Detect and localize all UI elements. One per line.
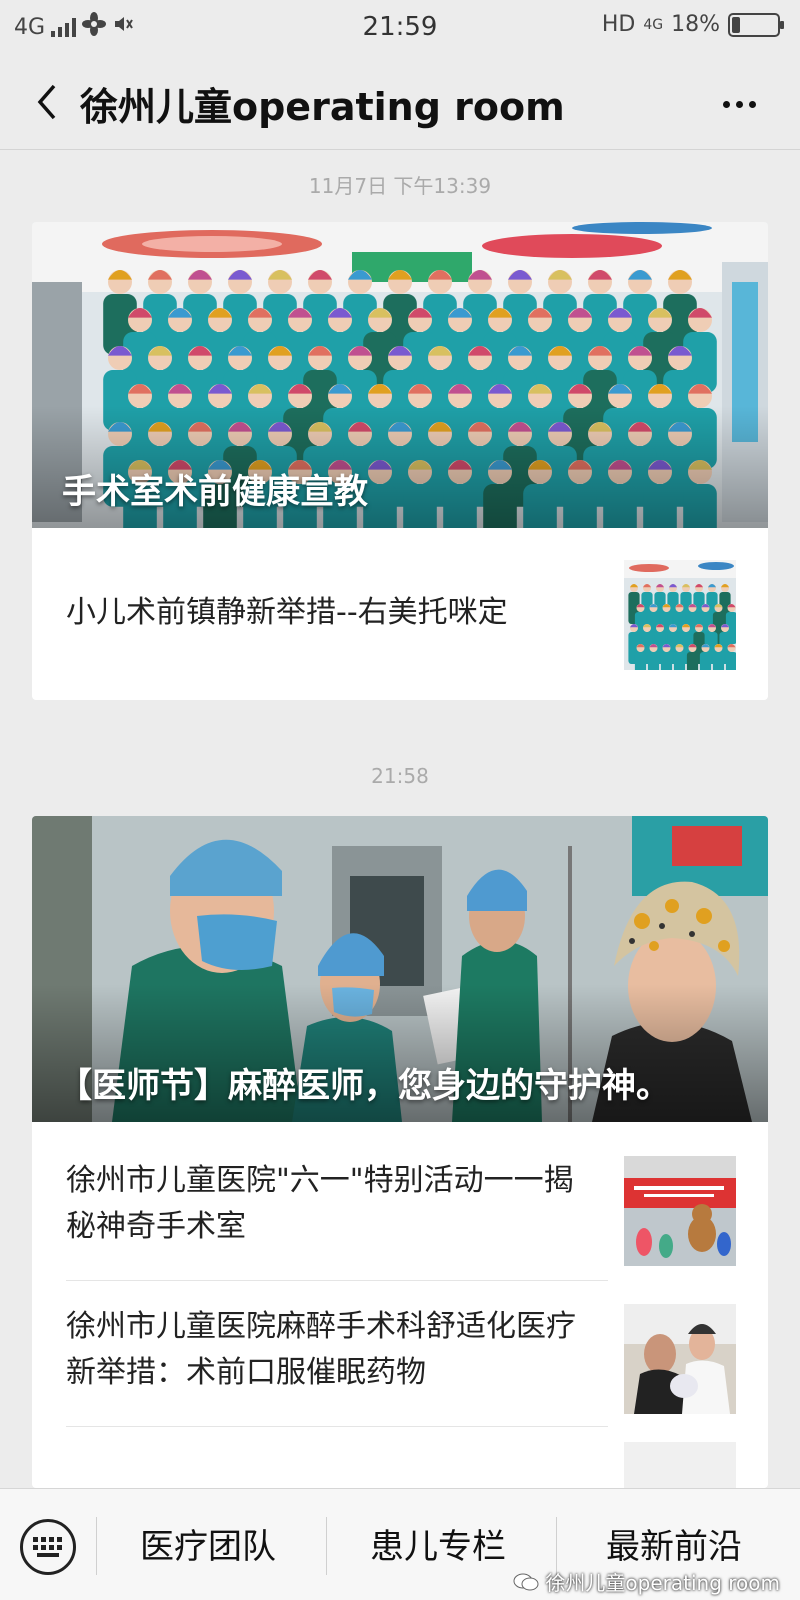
menu-separator [326,1517,327,1575]
hero-article[interactable]: 手术室术前健康宣教 [32,222,768,528]
timestamp: 21:58 [371,764,429,788]
page-title: 徐州儿童operating room [80,85,565,129]
article-thumbnail [624,1304,736,1414]
hero-title: 手术室术前健康宣教 [62,472,368,512]
wechat-icon [513,1573,539,1590]
status-right: HD 4G 18% [601,12,784,37]
menu-item-patient-column[interactable]: 患儿专栏 [370,1519,506,1568]
keyboard-icon [33,1537,62,1557]
watermark: 徐州儿童operating room [513,1567,780,1596]
article-card: 手术室术前健康宣教 小儿术前镇静新举措--右美托咪定 [32,222,768,700]
article-title: 徐州市儿童医院麻醉手术科舒适化医疗新举措：术前口服催眠药物 [66,1309,576,1390]
menu-separator [96,1517,97,1575]
hero-title: 【医师节】麻醉医师，您身边的守护神。 [58,1066,670,1106]
timestamp: 11月7日 下午13:39 [308,174,492,198]
hero-article[interactable]: 【医师节】麻醉医师，您身边的守护神。 [32,816,768,1122]
article-thumbnail [624,1442,736,1488]
bottom-menu-bar: 医疗团队 患儿专栏 最新前沿 徐州儿童operating room [0,1488,800,1600]
article-card: 【医师节】麻醉医师，您身边的守护神。 徐州市儿童医院"六一"特别活动一一揭秘神奇… [32,816,768,1488]
divider [66,1426,608,1427]
article-thumbnail [624,1156,736,1266]
status-bar: 4G 21:59 HD 4G 18% [0,0,800,54]
article-title: 小儿术前镇静新举措--右美托咪定 [66,595,508,630]
top-bar: 徐州儿童operating room [0,54,800,150]
list-item[interactable]: 徐州市儿童医院麻醉手术科舒适化医疗新举措：术前口服催眠药物 [32,1280,768,1426]
battery-percent: 18% [671,12,720,37]
keyboard-toggle-button[interactable] [20,1519,76,1575]
more-icon [722,100,730,108]
menu-item-medical-team[interactable]: 医疗团队 [140,1519,276,1568]
list-item[interactable]: 小儿术前镇静新举措--右美托咪定 [32,528,768,700]
net2-label: 4G [643,16,664,33]
article-thumbnail [624,560,736,670]
list-item[interactable]: 徐州市儿童医院"六一"特别活动一一揭秘神奇手术室 [32,1122,768,1280]
battery-icon [728,12,784,37]
more-button[interactable] [714,84,764,124]
article-title: 徐州市儿童医院"六一"特别活动一一揭秘神奇手术室 [66,1163,574,1244]
back-button[interactable] [24,80,68,124]
watermark-text: 徐州儿童operating room [545,1571,780,1595]
back-icon [37,84,56,120]
menu-item-latest-frontier[interactable]: 最新前沿 [606,1519,742,1568]
hd-label: HD [601,12,636,37]
